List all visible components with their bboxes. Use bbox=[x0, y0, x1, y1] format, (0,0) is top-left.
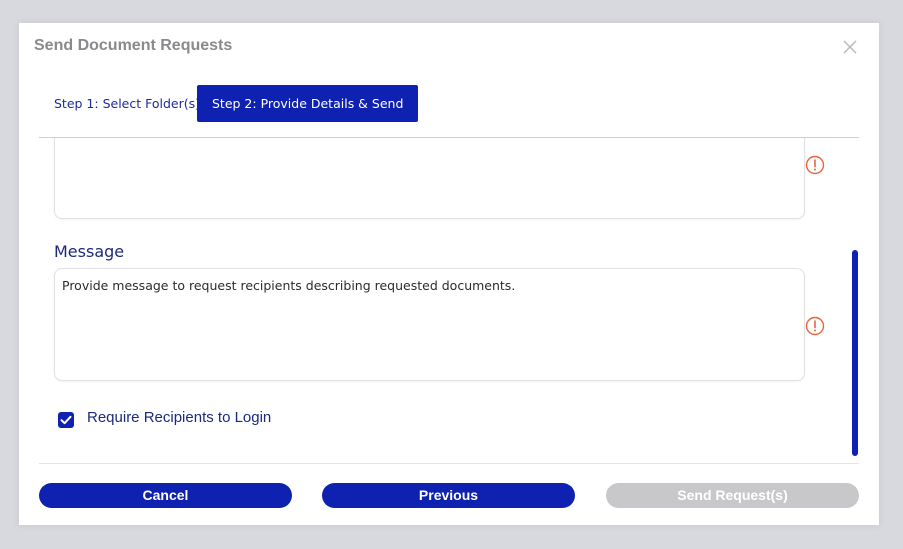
checkmark-icon bbox=[60, 415, 72, 425]
message-placeholder: Provide message to request recipients de… bbox=[62, 278, 516, 293]
dialog-title: Send Document Requests bbox=[34, 37, 233, 54]
footer-divider bbox=[39, 463, 859, 464]
cancel-button[interactable]: Cancel bbox=[39, 483, 292, 508]
close-icon[interactable] bbox=[841, 38, 859, 56]
upper-textarea[interactable] bbox=[54, 127, 805, 219]
require-login-label[interactable]: Require Recipients to Login bbox=[87, 409, 271, 426]
tab-select-folders[interactable]: Step 1: Select Folder(s) bbox=[39, 85, 215, 122]
scrollbar-thumb[interactable] bbox=[852, 250, 858, 456]
send-requests-button[interactable]: Send Request(s) bbox=[606, 483, 859, 508]
message-label: Message bbox=[54, 242, 125, 261]
header-divider bbox=[39, 137, 859, 138]
tab-provide-details-send[interactable]: Step 2: Provide Details & Send bbox=[197, 85, 419, 122]
send-document-requests-dialog: Send Document Requests Step 1: Select Fo… bbox=[19, 23, 879, 525]
previous-button[interactable]: Previous bbox=[322, 483, 575, 508]
require-login-checkbox[interactable] bbox=[58, 412, 74, 428]
alert-circle-icon bbox=[805, 316, 825, 336]
alert-circle-icon bbox=[805, 155, 825, 175]
message-textarea[interactable]: Provide message to request recipients de… bbox=[54, 268, 805, 381]
